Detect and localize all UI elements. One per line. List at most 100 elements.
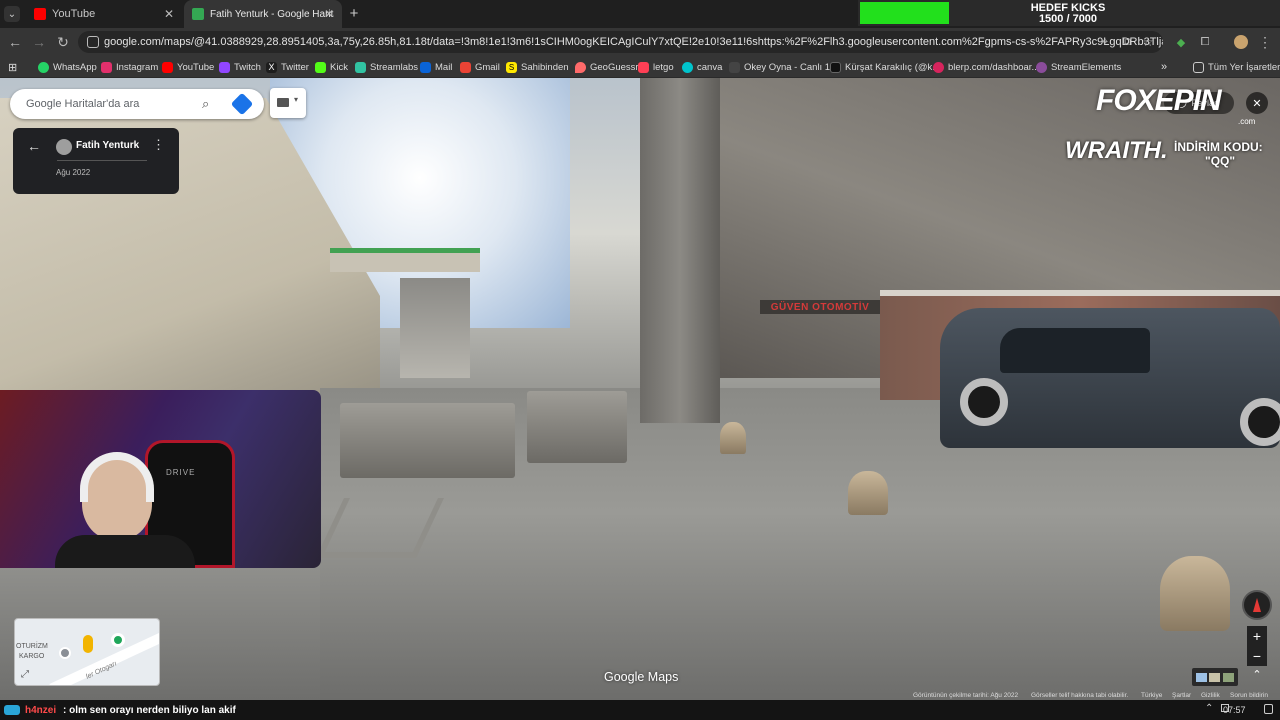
map-layers-button[interactable]: ▾	[270, 88, 306, 118]
tab-search-button[interactable]: ⌄	[4, 6, 20, 22]
more-options-icon[interactable]: ⋮	[152, 137, 165, 153]
close-icon[interactable]: ✕	[164, 7, 174, 21]
chat-badge-icon	[4, 705, 20, 715]
bookmark-blerp[interactable]: blerp.com/dashboar...	[933, 59, 1039, 75]
capture-date: Ağu 2022	[56, 168, 91, 177]
install-app-icon[interactable]: ⧉	[1118, 33, 1136, 51]
headset	[80, 452, 154, 502]
privacy-link[interactable]: Gizlilik	[1201, 692, 1220, 699]
site-info-icon[interactable]	[87, 36, 99, 48]
bookmark-kick[interactable]: Kick	[315, 59, 348, 75]
extension-icon[interactable]: ◆	[1172, 33, 1190, 51]
streamlabs-icon	[355, 61, 366, 73]
bookmark-tiktok[interactable]: Kürşat Karakılıç (@k...	[830, 59, 940, 75]
gmail-icon	[460, 61, 471, 73]
van-wheel	[1240, 398, 1280, 446]
wraith-logo: WRAITH.	[1065, 137, 1168, 164]
minimap[interactable]: OTURİZM KARGO ler Otogarı ⤢	[14, 618, 160, 686]
chair-brand: DRIVE	[166, 468, 196, 477]
minimap-label: OTURİZM	[16, 643, 48, 650]
search-input-placeholder: Google Haritalar'da ara	[26, 98, 140, 110]
more-bookmarks-chevron-icon[interactable]: »	[1161, 59, 1167, 75]
parked-van	[940, 308, 1280, 448]
tray-chevron-icon[interactable]: ⌃	[1205, 703, 1213, 714]
green-pin-icon	[111, 633, 125, 647]
taskbar-clock: 07:57	[1223, 705, 1246, 715]
kick-icon	[315, 61, 326, 73]
streamelements-icon	[1036, 61, 1047, 73]
author-name[interactable]: Fatih Yenturk	[76, 140, 139, 151]
new-tab-button[interactable]: +	[346, 5, 362, 23]
location-icon[interactable]: ⌖	[1096, 33, 1114, 51]
compass-icon[interactable]	[1242, 590, 1272, 620]
tab-youtube[interactable]: YouTube ✕	[26, 0, 182, 28]
bookmark-whatsapp[interactable]: WhatsApp	[38, 59, 97, 75]
bookmark-youtube[interactable]: YouTube	[162, 59, 214, 75]
search-icon[interactable]: ⌕	[202, 96, 209, 112]
bookmark-streamelements[interactable]: StreamElements	[1036, 59, 1121, 75]
forward-button[interactable]: →	[30, 33, 48, 51]
reload-button[interactable]: ↻	[54, 33, 72, 51]
close-street-view-button[interactable]: ✕	[1246, 92, 1268, 114]
all-bookmarks-folder[interactable]: Tüm Yer İşaretleri	[1193, 59, 1280, 75]
notification-icon[interactable]	[1264, 704, 1273, 714]
address-bar[interactable]: google.com/maps/@41.0388929,28.8951405,3…	[78, 31, 1163, 53]
expand-up-icon[interactable]: ⌃	[1248, 668, 1266, 686]
divider	[57, 160, 147, 161]
folder-icon	[1193, 61, 1204, 73]
bollard	[1160, 556, 1230, 631]
bookmark-twitch[interactable]: Twitch	[219, 59, 261, 75]
directions-icon[interactable]	[230, 92, 254, 116]
bookmark-okey[interactable]: Okey Oyna - Canlı 1...	[729, 59, 838, 75]
bookmark-streamlabs[interactable]: Streamlabs	[355, 59, 418, 75]
bookmark-twitter[interactable]: X Twitter	[266, 59, 309, 75]
bookmark-instagram[interactable]: Instagram	[101, 59, 158, 75]
bookmarks-bar: ⊞ WhatsApp Instagram YouTube Twitch X Twi…	[0, 56, 1280, 78]
close-icon[interactable]: ✕	[324, 7, 334, 21]
photo-info-card: ← Fatih Yenturk ⋮ Ağu 2022	[13, 128, 179, 194]
corridor-depth	[400, 278, 470, 378]
streamer-shirt	[55, 535, 195, 568]
region-link[interactable]: Türkiye	[1141, 692, 1162, 699]
tab-google-maps[interactable]: Fatih Yenturk - Google Haritalar ✕	[184, 0, 342, 28]
back-button[interactable]: ←	[6, 33, 24, 51]
chat-username: h4nzei	[25, 705, 57, 716]
bookmark-mail[interactable]: Mail	[420, 59, 452, 75]
tab-title: YouTube	[52, 8, 96, 20]
concrete-barrier	[527, 391, 627, 463]
bookmark-star-icon[interactable]: ☆	[1139, 33, 1157, 51]
profile-avatar[interactable]	[1232, 33, 1250, 51]
apps-grid-icon[interactable]: ⊞	[8, 59, 17, 75]
overpass-bridge	[330, 248, 480, 272]
browser-toolbar: ← → ↻ google.com/maps/@41.0388929,28.895…	[0, 28, 1280, 56]
location-pin-icon	[575, 61, 586, 73]
photo-thumbnails-button[interactable]	[1192, 668, 1238, 686]
concrete-barrier	[340, 403, 515, 478]
street-view-panorama[interactable]: GÜVEN OTOMOTİV	[0, 78, 1280, 700]
menu-kebab-icon[interactable]: ⋮	[1256, 33, 1274, 51]
bookmark-letgo[interactable]: letgo	[638, 59, 674, 75]
instagram-icon	[101, 61, 112, 73]
expand-map-icon[interactable]: ⤢	[21, 669, 29, 680]
back-arrow-icon[interactable]: ←	[27, 138, 41, 154]
goal-progress-fill	[860, 2, 949, 24]
chat-message: : olm sen orayı nerden biliyo lan akif	[63, 705, 236, 716]
zoom-in-button[interactable]: +	[1247, 626, 1267, 646]
pegman-icon	[83, 635, 93, 653]
zoom-out-button[interactable]: −	[1247, 646, 1267, 666]
bookmark-sahibinden[interactable]: S Sahibinden	[506, 59, 569, 75]
terms-link[interactable]: Şartlar	[1172, 692, 1191, 699]
report-problem-link[interactable]: Sorun bildirin	[1230, 692, 1268, 699]
bookmark-geoguessr[interactable]: GeoGuessr	[575, 59, 639, 75]
bookmark-gmail[interactable]: Gmail	[460, 59, 500, 75]
foxepin-domain: .com	[1238, 117, 1256, 126]
bollard	[848, 471, 888, 515]
gray-pin-icon	[59, 647, 71, 659]
foxepin-logo: FOXEPIN	[1096, 84, 1222, 117]
extensions-puzzle-icon[interactable]: ⧠	[1196, 33, 1214, 51]
bollard	[720, 422, 746, 454]
chevron-down-icon: ▾	[294, 95, 299, 104]
bookmark-canva[interactable]: canva	[682, 59, 722, 75]
maps-search-box[interactable]: Google Haritalar'da ara ⌕	[10, 89, 264, 119]
thumbnail-icon	[1222, 672, 1234, 682]
